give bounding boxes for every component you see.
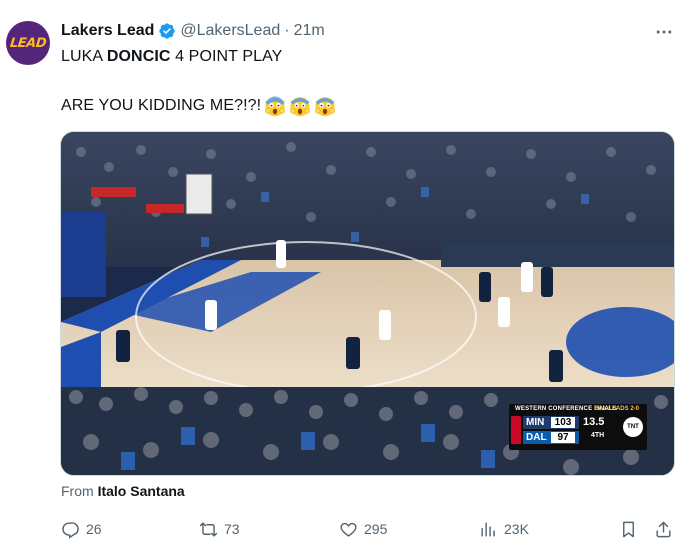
screaming-face-icon [264, 95, 286, 117]
team-name: MIN [526, 417, 545, 428]
views-count: 23K [504, 521, 529, 537]
game-quarter: 4TH [591, 432, 605, 439]
like-button[interactable]: 295 [339, 515, 387, 543]
share-icon [656, 521, 671, 537]
team-score: 103 [551, 417, 575, 428]
avatar[interactable]: LEAD [6, 21, 50, 65]
tweet-text-pre: LUKA [61, 48, 107, 65]
tweet-text-line-1: LUKA DONCIC 4 POINT PLAY [61, 48, 282, 66]
timestamp[interactable]: 21m [294, 22, 325, 40]
tweet[interactable]: LEAD Lakers Lead @LakersLead · 21m LUKA … [0, 0, 700, 560]
scoreboard-series: DAL LEADS 2-0 [594, 406, 639, 412]
display-name[interactable]: Lakers Lead [61, 22, 154, 40]
separator-dot: · [284, 22, 290, 39]
attribution-prefix: From [61, 483, 98, 499]
action-bar: 26 73 295 23K [0, 515, 700, 543]
more-dots-icon [656, 30, 672, 34]
handle[interactable]: @LakersLead [180, 22, 280, 40]
tweet-text-post: 4 POINT PLAY [170, 48, 283, 65]
scoreboard-overlay: WESTERN CONFERENCE FINALS DAL LEADS 2-0 … [509, 404, 647, 450]
screaming-face-icon [289, 95, 311, 117]
reply-button[interactable]: 26 [61, 515, 102, 543]
reply-icon [62, 521, 79, 539]
retweet-count: 73 [224, 521, 240, 537]
tweet-text-line-2: ARE YOU KIDDING ME?!?! [61, 95, 336, 117]
scoreboard-row-dal: DAL 97 [523, 431, 579, 444]
nba-logo-icon [511, 416, 521, 444]
bookmark-button[interactable] [619, 515, 638, 543]
retweet-button[interactable]: 73 [199, 515, 240, 543]
media-attribution: From Italo Santana [61, 483, 185, 499]
tnt-logo-icon: TNT [623, 417, 643, 437]
views-chart-icon [481, 521, 495, 537]
verified-badge-icon[interactable] [158, 22, 176, 40]
scoreboard-row-min: MIN 103 [523, 416, 579, 429]
attribution-source[interactable]: Italo Santana [98, 483, 185, 499]
team-name: DAL [526, 432, 547, 443]
game-clock: 13.5 [583, 416, 605, 428]
retweet-icon [199, 521, 218, 537]
avatar-logo-text: LEAD [9, 35, 47, 51]
screaming-face-icon [314, 95, 336, 117]
bookmark-icon [623, 521, 634, 537]
reply-count: 26 [86, 521, 102, 537]
heart-icon [340, 522, 357, 537]
tweet-text-bold: DONCIC [106, 48, 171, 65]
tweet-header: Lakers Lead @LakersLead · 21m [61, 20, 325, 42]
like-count: 295 [364, 521, 388, 537]
views-button[interactable]: 23K [479, 515, 529, 543]
team-score: 97 [551, 432, 575, 443]
video-player[interactable]: WESTERN CONFERENCE FINALS DAL LEADS 2-0 … [60, 131, 675, 476]
share-button[interactable] [654, 515, 673, 543]
more-options-button[interactable] [654, 22, 674, 42]
tweet-text-exclaim: ARE YOU KIDDING ME?!?! [61, 97, 262, 114]
